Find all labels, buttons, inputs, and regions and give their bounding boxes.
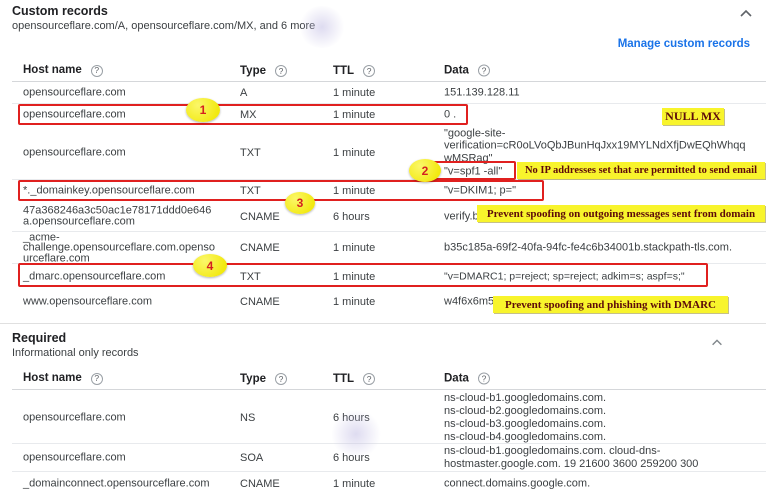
ttl-cell: 1 minute [333,87,433,99]
table-row-domainconnect-record: _domainconnect.opensourceflare.com CNAME… [12,472,766,496]
help-icon[interactable]: ? [91,373,103,385]
type-cell: CNAME [240,211,325,223]
host-name-cell: *._domainkey.opensourceflare.com [23,185,235,197]
manage-custom-records-link[interactable]: Manage custom records [618,38,750,50]
ttl-cell: 1 minute [333,296,433,308]
table-row-dkim-record: *._domainkey.opensourceflare.com TXT 1 m… [12,180,766,202]
data-cell: ns-cloud-b1.googledomains.com. ns-cloud-… [444,392,766,444]
help-icon[interactable]: ? [363,373,375,385]
type-cell: MX [240,109,325,121]
help-icon[interactable]: ? [275,65,287,77]
annotation-note-dkim: Prevent spoofing on outgoing messages se… [477,205,765,222]
column-header-type: Type [240,373,266,385]
column-header-ttl: TTL [333,373,354,385]
host-name-cell: opensourceflare.com [23,412,235,424]
column-header-type: Type [240,65,266,77]
ttl-cell: 6 hours [333,211,433,223]
collapse-required-section-chevron-up-icon[interactable] [710,336,726,352]
type-cell: CNAME [240,478,325,490]
host-name-cell: _domainconnect.opensourceflare.com [23,478,235,490]
column-header-host-name: Host name [23,65,82,77]
annotation-note-spf: No IP addresses set that are permitted t… [517,162,765,179]
table-row-ns-record: opensourceflare.com NS 6 hours ns-cloud-… [12,392,766,444]
required-section-subtitle: Informational only records [12,347,139,359]
type-cell: TXT [240,147,325,159]
ttl-cell: 1 minute [333,147,433,159]
data-cell: b35c185a-69f2-40fa-94fc-fe4c6b34001b.sta… [444,241,766,254]
annotation-callout-2: 2 [409,159,441,182]
host-name-cell: www.opensourceflare.com [23,296,235,308]
required-table-header-row: Host name? Type? TTL? Data? [12,368,766,390]
help-icon[interactable]: ? [478,65,490,77]
type-cell: A [240,87,325,99]
column-header-data: Data [444,64,469,77]
type-cell: SOA [240,452,325,464]
host-name-cell: opensourceflare.com [23,452,235,464]
data-cell: ns-cloud-b1.googledomains.com. cloud-dns… [444,445,766,471]
type-cell: TXT [240,185,325,197]
table-row-dmarc-record: _dmarc.opensourceflare.com TXT 1 minute … [12,264,766,290]
ttl-cell: 1 minute [333,185,433,197]
annotation-callout-1: 1 [186,98,220,122]
annotation-callout-3: 3 [285,192,315,214]
column-header-host-name: Host name [23,373,82,385]
column-header-data: Data [444,372,469,385]
annotation-note-dmarc: Prevent spoofing and phishing with DMARC [493,296,728,313]
data-cell: connect.domains.google.com. [444,478,766,491]
table-row-mx-record: opensourceflare.com MX 1 minute 0 . [12,104,766,126]
type-cell: CNAME [240,296,325,308]
help-icon[interactable]: ? [275,373,287,385]
type-cell: CNAME [240,242,325,254]
host-name-cell: 47a368246a3c50ac1e78171ddd0e646 a.openso… [23,205,235,228]
custom-table-header-row: Host name? Type? TTL? Data? [12,60,766,82]
ttl-cell: 1 minute [333,478,433,490]
type-cell: NS [240,412,325,424]
help-icon[interactable]: ? [478,373,490,385]
table-row-acme-challenge-record: _acme- challenge.opensourceflare.com.ope… [12,232,766,264]
data-cell: "v=DMARC1; p=reject; sp=reject; adkim=s;… [444,271,766,284]
custom-records-subtitle: opensourceflare.com/A, opensourceflare.c… [12,20,315,32]
table-row-a-record: opensourceflare.com A 1 minute 151.139.1… [12,82,766,104]
ttl-cell: 6 hours [333,452,433,464]
section-divider [0,323,766,324]
data-cell: "v=DKIM1; p=" [444,185,766,198]
column-header-ttl: TTL [333,65,354,77]
ttl-cell: 6 hours [333,412,433,424]
annotation-callout-4: 4 [193,254,227,277]
data-cell: 151.139.128.11 [444,86,766,99]
annotation-note-null-mx: NULL MX [662,108,724,125]
ttl-cell: 1 minute [333,271,433,283]
ttl-cell: 1 minute [333,109,433,121]
type-cell: TXT [240,271,325,283]
custom-records-title: Custom records [12,4,108,18]
collapse-custom-section-chevron-up-icon[interactable] [738,6,754,22]
help-icon[interactable]: ? [91,65,103,77]
table-row-soa-record: opensourceflare.com SOA 6 hours ns-cloud… [12,444,766,472]
host-name-cell: opensourceflare.com [23,147,235,159]
help-icon[interactable]: ? [363,65,375,77]
required-section-title: Required [12,331,66,345]
ttl-cell: 1 minute [333,242,433,254]
dns-records-page: Custom records opensourceflare.com/A, op… [0,0,766,496]
host-name-cell: opensourceflare.com [23,87,235,99]
